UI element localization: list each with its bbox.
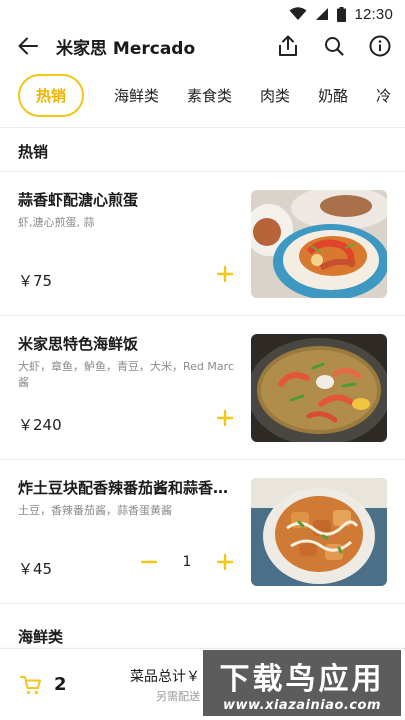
dish-name: 炸土豆块配香辣番茄酱和蒜香…	[18, 479, 229, 497]
plus-icon	[217, 266, 233, 282]
dish-image	[251, 334, 387, 442]
minus-icon	[141, 560, 157, 564]
dish-price: ￥45	[18, 560, 53, 578]
watermark-title: 下载鸟应用	[219, 661, 385, 697]
share-button[interactable]	[275, 33, 301, 59]
dish-description: 土豆，香辣番茄酱，蒜香蛋黄酱	[18, 504, 172, 517]
bottom-cart-bar: 2 菜品总计￥ 另需配送 下载鸟应用 www.xiazainiao.com	[0, 648, 405, 720]
dish-description: 虾,溏心煎蛋, 蒜	[18, 216, 95, 229]
info-icon	[369, 35, 391, 57]
add-button[interactable]	[215, 552, 235, 572]
status-icons	[289, 6, 347, 22]
status-bar: 12:30	[0, 0, 405, 28]
dish-controls	[215, 408, 235, 428]
watermark: 下载鸟应用 www.xiazainiao.com	[203, 650, 401, 716]
dish-price: ￥240	[18, 416, 62, 434]
dish-item[interactable]: 蒜香虾配溏心煎蛋 虾,溏心煎蛋, 蒜 ￥75	[0, 172, 405, 316]
share-icon	[279, 35, 297, 56]
add-button[interactable]	[215, 408, 235, 428]
add-button[interactable]	[215, 264, 235, 284]
tab-meat[interactable]: 肉类	[260, 85, 290, 106]
plus-icon	[217, 554, 233, 570]
dish-image	[251, 478, 387, 586]
status-time: 12:30	[354, 5, 393, 23]
dish-price: ￥75	[18, 272, 53, 290]
section-title-hot: 热销	[0, 128, 405, 172]
dish-item[interactable]: 米家思特色海鲜饭 大虾，章鱼，鲈鱼，青豆，大米，Red Marc酱 ￥240	[0, 316, 405, 460]
app-actions	[275, 33, 393, 59]
watermark-url: www.xiazainiao.com	[222, 697, 382, 713]
cart-count: 2	[54, 674, 67, 695]
cart-icon	[20, 675, 41, 694]
search-button[interactable]	[321, 33, 347, 59]
dish-description: 大虾，章鱼，鲈鱼，青豆，大米，Red Marc酱	[18, 360, 234, 389]
page-title: 米家思 Mercado	[56, 38, 196, 59]
wifi-icon	[289, 7, 307, 20]
cell-signal-icon	[316, 8, 329, 20]
info-button[interactable]	[367, 33, 393, 59]
decrease-button[interactable]	[139, 552, 159, 572]
plus-icon	[217, 410, 233, 426]
cart-button[interactable]: 2	[0, 674, 120, 695]
dish-image	[251, 190, 387, 298]
tab-seafood[interactable]: 海鲜类	[114, 85, 159, 106]
dish-name: 蒜香虾配溏心煎蛋	[18, 191, 139, 209]
tab-hot[interactable]: 热销	[18, 74, 85, 117]
search-icon	[325, 37, 344, 56]
dish-controls	[215, 264, 235, 284]
dish-name: 米家思特色海鲜饭	[18, 335, 139, 353]
back-button[interactable]	[14, 32, 42, 60]
tab-cold[interactable]: 冷	[376, 85, 391, 106]
dish-item[interactable]: 炸土豆块配香辣番茄酱和蒜香… 土豆，香辣番茄酱，蒜香蛋黄酱 ￥45 1	[0, 460, 405, 604]
app-bar: 米家思 Mercado	[0, 28, 405, 64]
battery-icon	[337, 6, 347, 22]
quantity-stepper: 1	[139, 552, 235, 572]
tab-vegetarian[interactable]: 素食类	[187, 85, 232, 106]
tab-cheese[interactable]: 奶酪	[318, 85, 348, 106]
category-tabs: 热销 海鲜类 素食类 肉类 奶酪 冷	[0, 64, 405, 128]
arrow-left-icon	[18, 37, 38, 55]
quantity-value: 1	[182, 554, 192, 570]
